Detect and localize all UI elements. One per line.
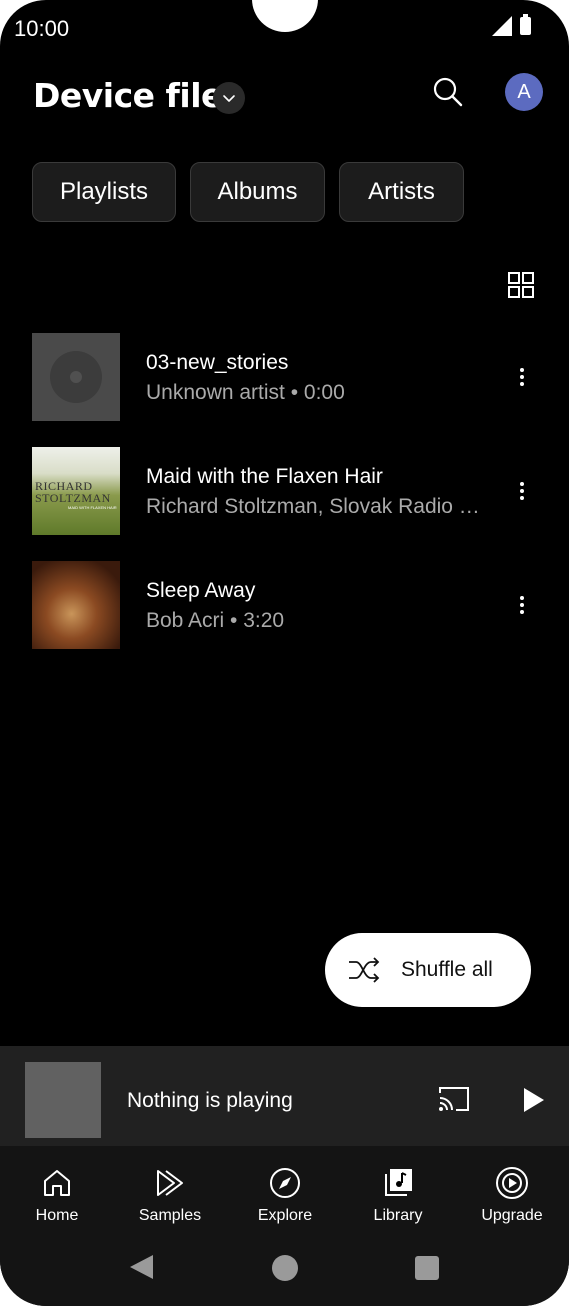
cast-button[interactable]	[437, 1084, 471, 1114]
nav-label: Library	[373, 1207, 423, 1224]
album-art	[32, 333, 120, 421]
chevron-down-icon	[223, 95, 235, 102]
chip-albums[interactable]: Albums	[190, 162, 325, 222]
system-home-button[interactable]	[272, 1255, 298, 1281]
status-time: 10:00	[14, 16, 70, 41]
samples-icon	[157, 1170, 183, 1196]
play-icon	[524, 1088, 544, 1112]
nav-library[interactable]: Library	[348, 1166, 448, 1225]
search-button[interactable]	[430, 74, 466, 110]
nav-label: Samples	[138, 1207, 202, 1224]
mini-player[interactable]: Nothing is playing	[0, 1046, 569, 1146]
more-icon	[520, 368, 524, 372]
upgrade-icon	[496, 1167, 528, 1199]
nav-upgrade[interactable]: Upgrade	[462, 1166, 562, 1225]
track-row[interactable]: 03-new_stories Unknown artist • 0:00	[0, 333, 569, 421]
battery-icon	[520, 14, 531, 35]
album-art	[32, 561, 120, 649]
album-art-text: MAID WITH FLAXEN HAIR	[68, 505, 117, 510]
grid-icon	[508, 272, 534, 298]
more-icon	[520, 482, 524, 486]
title-dropdown-button[interactable]	[213, 82, 245, 114]
bottom-nav: Home Samples Explore Library Upgrade	[0, 1146, 569, 1306]
shuffle-label: Shuffle all	[401, 958, 493, 981]
track-subtitle: Richard Stoltzman, Slovak Radio …	[146, 495, 480, 518]
avatar-initial: A	[517, 80, 531, 103]
track-row[interactable]: Sleep Away Bob Acri • 3:20	[0, 561, 569, 649]
phone-screen: 10:00 Device files A Playlists Albums Ar…	[0, 0, 569, 1306]
now-playing-text: Nothing is playing	[127, 1089, 293, 1112]
page-title: Device files	[33, 76, 243, 115]
nav-samples[interactable]: Samples	[120, 1166, 220, 1225]
home-icon	[44, 1170, 70, 1196]
chip-label: Artists	[368, 178, 435, 205]
more-options-button[interactable]	[508, 363, 536, 391]
chip-artists[interactable]: Artists	[339, 162, 464, 222]
more-options-button[interactable]	[508, 591, 536, 619]
system-back-button[interactable]	[130, 1255, 153, 1279]
more-icon	[520, 596, 524, 600]
avatar[interactable]: A	[505, 73, 543, 111]
status-icons	[492, 14, 531, 36]
grid-view-button[interactable]	[508, 272, 534, 298]
camera-notch	[252, 0, 318, 32]
album-art-text: STOLTZMAN	[35, 491, 111, 505]
track-subtitle: Bob Acri • 3:20	[146, 609, 285, 632]
track-subtitle: Unknown artist • 0:00	[146, 381, 345, 404]
track-title: Maid with the Flaxen Hair	[146, 465, 383, 488]
compass-icon	[270, 1168, 300, 1198]
chip-label: Albums	[217, 178, 298, 205]
search-icon	[433, 77, 463, 107]
shuffle-all-button[interactable]: Shuffle all	[325, 933, 531, 1007]
nav-label: Explore	[257, 1207, 313, 1224]
nav-label: Upgrade	[481, 1207, 543, 1224]
signal-icon	[492, 16, 512, 36]
nav-explore[interactable]: Explore	[235, 1166, 335, 1225]
system-recents-button[interactable]	[415, 1256, 439, 1280]
nav-label: Home	[35, 1207, 79, 1224]
nav-home[interactable]: Home	[7, 1166, 107, 1225]
chip-playlists[interactable]: Playlists	[32, 162, 176, 222]
album-art: RICHARD STOLTZMAN MAID WITH FLAXEN HAIR	[32, 447, 120, 535]
track-row[interactable]: RICHARD STOLTZMAN MAID WITH FLAXEN HAIR …	[0, 447, 569, 535]
track-title: Sleep Away	[146, 579, 256, 602]
cast-icon	[439, 1087, 469, 1111]
play-button[interactable]	[521, 1086, 547, 1114]
disc-icon	[50, 351, 102, 403]
shuffle-icon	[349, 957, 380, 983]
more-options-button[interactable]	[508, 477, 536, 505]
mini-player-art	[25, 1062, 101, 1138]
chip-label: Playlists	[59, 178, 149, 205]
track-title: 03-new_stories	[146, 351, 289, 374]
library-icon	[385, 1169, 412, 1196]
